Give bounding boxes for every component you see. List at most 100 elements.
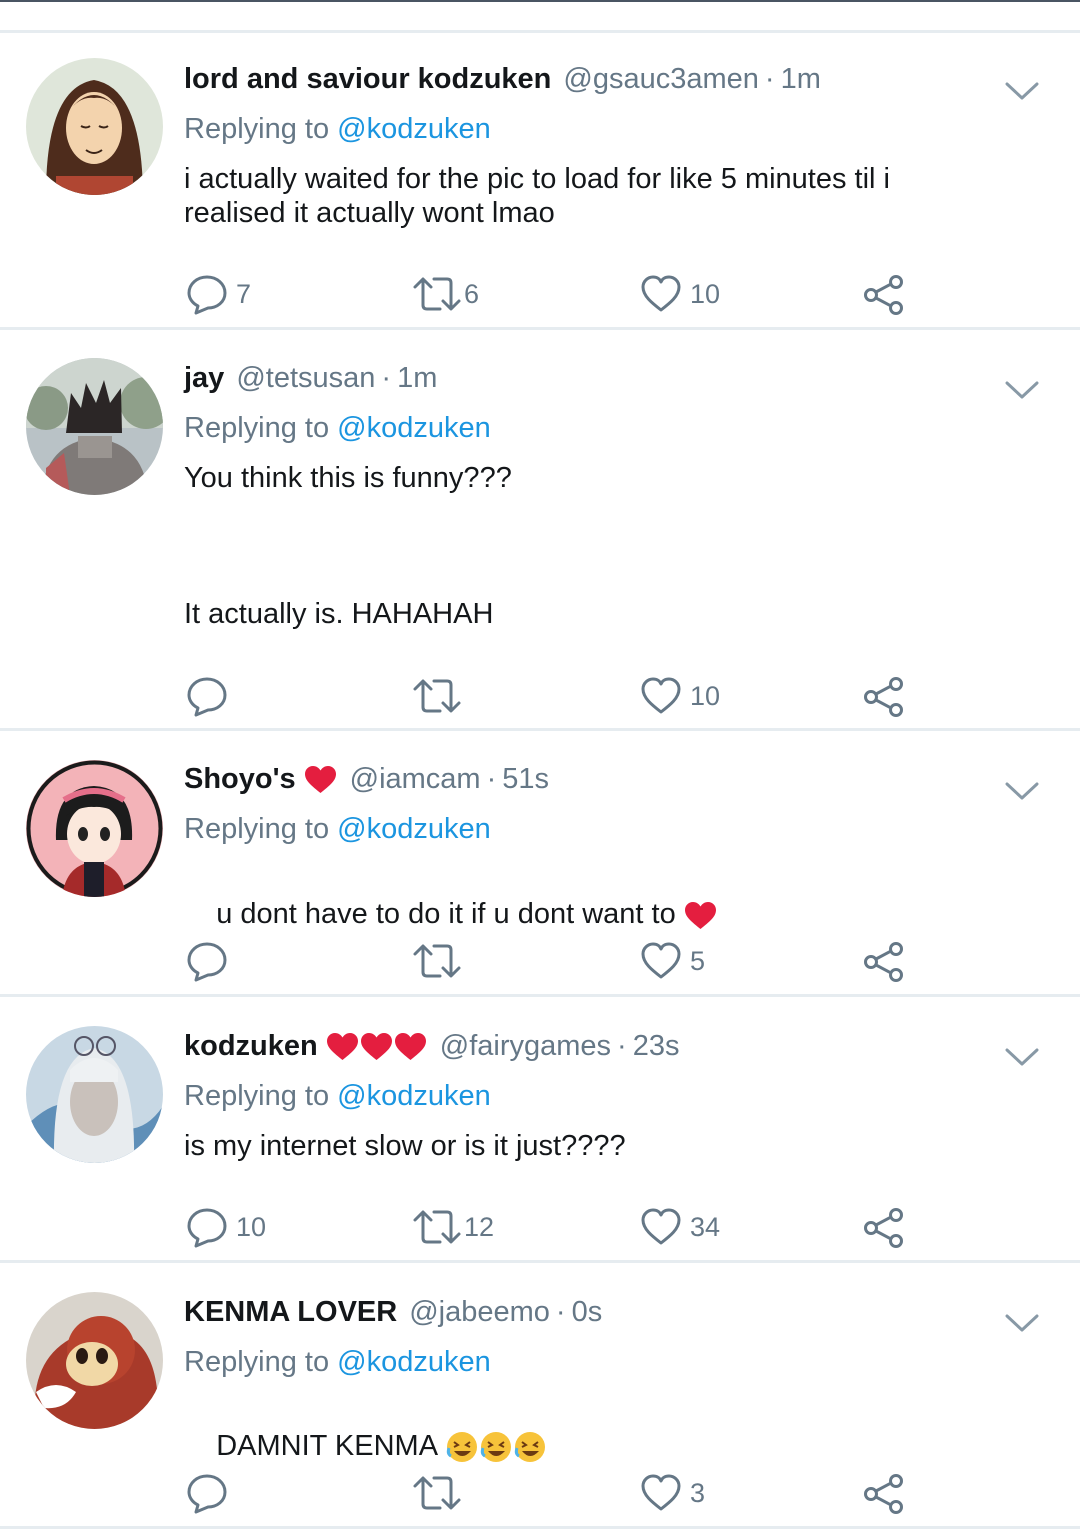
reply-button[interactable]: 7	[186, 273, 251, 315]
reply-button[interactable]	[186, 675, 236, 717]
tweet-text: You think this is funny??? It actually i…	[184, 462, 512, 630]
retweet-button[interactable]	[412, 940, 464, 982]
red-heart-emoji-icon	[360, 1032, 392, 1060]
user-handle[interactable]: @iamcam	[350, 761, 481, 797]
retweet-icon	[413, 679, 461, 713]
heart-icon	[641, 275, 681, 312]
retweet-button[interactable]: 6	[412, 273, 479, 315]
reply-count: 7	[236, 278, 252, 309]
avatar[interactable]	[26, 760, 163, 897]
name-emoji	[304, 765, 338, 794]
user-handle[interactable]: @fairygames	[440, 1028, 611, 1064]
like-button[interactable]: 5	[640, 940, 705, 982]
red-heart-emoji-icon	[326, 1032, 358, 1060]
tweet-card[interactable]: lord and saviour kodzuken @gsauc3amen · …	[0, 33, 1080, 330]
chevron-down-icon[interactable]	[1004, 80, 1040, 102]
chevron-down-icon[interactable]	[1004, 1312, 1040, 1334]
mention-link[interactable]: @kodzuken	[337, 1346, 491, 1378]
tweet-card[interactable]: jay @tetsusan · 1m Replying to @kodzuken…	[0, 330, 1080, 731]
share-icon	[864, 942, 903, 982]
chevron-down-icon[interactable]	[1004, 780, 1040, 802]
retweet-icon	[413, 277, 461, 311]
share-icon	[864, 275, 903, 315]
like-button[interactable]: 3	[640, 1472, 705, 1514]
avatar[interactable]	[26, 1292, 163, 1429]
tweet-card[interactable]: Shoyo's @iamcam · 51s Replying to @kodzu…	[0, 731, 1080, 997]
avatar[interactable]	[26, 58, 163, 195]
user-handle[interactable]: @tetsusan	[236, 360, 375, 396]
like-count: 34	[690, 1211, 721, 1242]
retweet-count: 12	[464, 1211, 495, 1242]
tweet-card[interactable]: kodzuken @fairygames · 23s Replying to @…	[0, 997, 1080, 1263]
tweet-text: DAMNIT KENMA	[216, 1430, 445, 1462]
mention-link[interactable]: @kodzuken	[337, 1080, 491, 1112]
share-button[interactable]	[862, 273, 906, 317]
mention-link[interactable]: @kodzuken	[337, 813, 491, 845]
tweet-text: u dont have to do it if u dont want to	[216, 898, 684, 930]
avatar[interactable]	[26, 1026, 163, 1163]
mention-link[interactable]: @kodzuken	[337, 113, 491, 145]
share-button[interactable]	[862, 1206, 906, 1250]
user-handle[interactable]: @gsauc3amen	[563, 61, 759, 97]
timestamp[interactable]: 23s	[633, 1028, 680, 1064]
tweet-header: lord and saviour kodzuken @gsauc3amen · …	[184, 61, 970, 97]
display-name[interactable]: Shoyo's	[184, 761, 296, 797]
reply-icon	[187, 1208, 227, 1248]
share-icon	[864, 1474, 903, 1514]
chevron-down-icon[interactable]	[1004, 379, 1040, 401]
like-count: 10	[690, 680, 721, 711]
separator-dot: ·	[617, 1030, 627, 1062]
reply-button[interactable]: 10	[186, 1206, 266, 1248]
top-border	[0, 0, 1080, 2]
replying-label: Replying to	[184, 813, 330, 845]
red-heart-emoji-icon	[304, 765, 336, 793]
mention-link[interactable]: @kodzuken	[337, 412, 491, 444]
replying-to: Replying to @kodzuken	[184, 1078, 491, 1114]
replying-to: Replying to @kodzuken	[184, 1344, 491, 1380]
tweet-card[interactable]: KENMA LOVER @jabeemo · 0s Replying to @k…	[0, 1263, 1080, 1529]
red-heart-emoji-icon	[684, 901, 716, 929]
timestamp[interactable]: 1m	[781, 61, 821, 97]
display-name[interactable]: kodzuken	[184, 1028, 318, 1064]
replying-label: Replying to	[184, 1080, 330, 1112]
timestamp[interactable]: 51s	[502, 761, 549, 797]
action-bar: 10 12 34	[0, 1206, 1080, 1250]
tweet-text: i actually waited for the pic to load fo…	[184, 163, 890, 229]
reply-icon	[187, 677, 227, 717]
like-count: 5	[690, 945, 706, 976]
like-count: 3	[690, 1477, 706, 1508]
tweet-header: jay @tetsusan · 1m	[184, 360, 970, 396]
name-emoji	[326, 1032, 428, 1061]
share-button[interactable]	[862, 675, 906, 719]
display-name[interactable]: jay	[184, 360, 224, 396]
separator-dot: ·	[764, 63, 775, 95]
reply-button[interactable]	[186, 1472, 236, 1514]
retweet-button[interactable]: 12	[412, 1206, 494, 1248]
reply-button[interactable]	[186, 940, 236, 982]
timestamp[interactable]: 1m	[397, 360, 437, 396]
like-button[interactable]: 34	[640, 1206, 720, 1248]
like-button[interactable]: 10	[640, 273, 720, 315]
separator-dot: ·	[486, 763, 497, 795]
share-button[interactable]	[862, 1472, 906, 1516]
like-count: 10	[690, 278, 721, 309]
share-button[interactable]	[862, 940, 906, 984]
retweet-button[interactable]	[412, 675, 464, 717]
heart-icon	[641, 942, 681, 979]
heart-icon	[641, 1474, 681, 1511]
action-bar: 5	[0, 940, 1080, 984]
like-button[interactable]: 10	[640, 675, 720, 717]
display-name[interactable]: lord and saviour kodzuken	[184, 61, 551, 97]
reply-icon	[187, 942, 227, 982]
retweet-button[interactable]	[412, 1472, 464, 1514]
avatar[interactable]	[26, 358, 163, 495]
tweet-header: KENMA LOVER @jabeemo · 0s	[184, 1294, 970, 1330]
replying-label: Replying to	[184, 412, 330, 444]
retweet-icon	[413, 1210, 461, 1244]
display-name[interactable]: KENMA LOVER	[184, 1294, 397, 1330]
chevron-down-icon[interactable]	[1004, 1046, 1040, 1068]
user-handle[interactable]: @jabeemo	[409, 1294, 550, 1330]
timestamp[interactable]: 0s	[572, 1294, 603, 1330]
tweet-text: is my internet slow or is it just????	[184, 1130, 626, 1162]
retweet-icon	[413, 1476, 461, 1510]
